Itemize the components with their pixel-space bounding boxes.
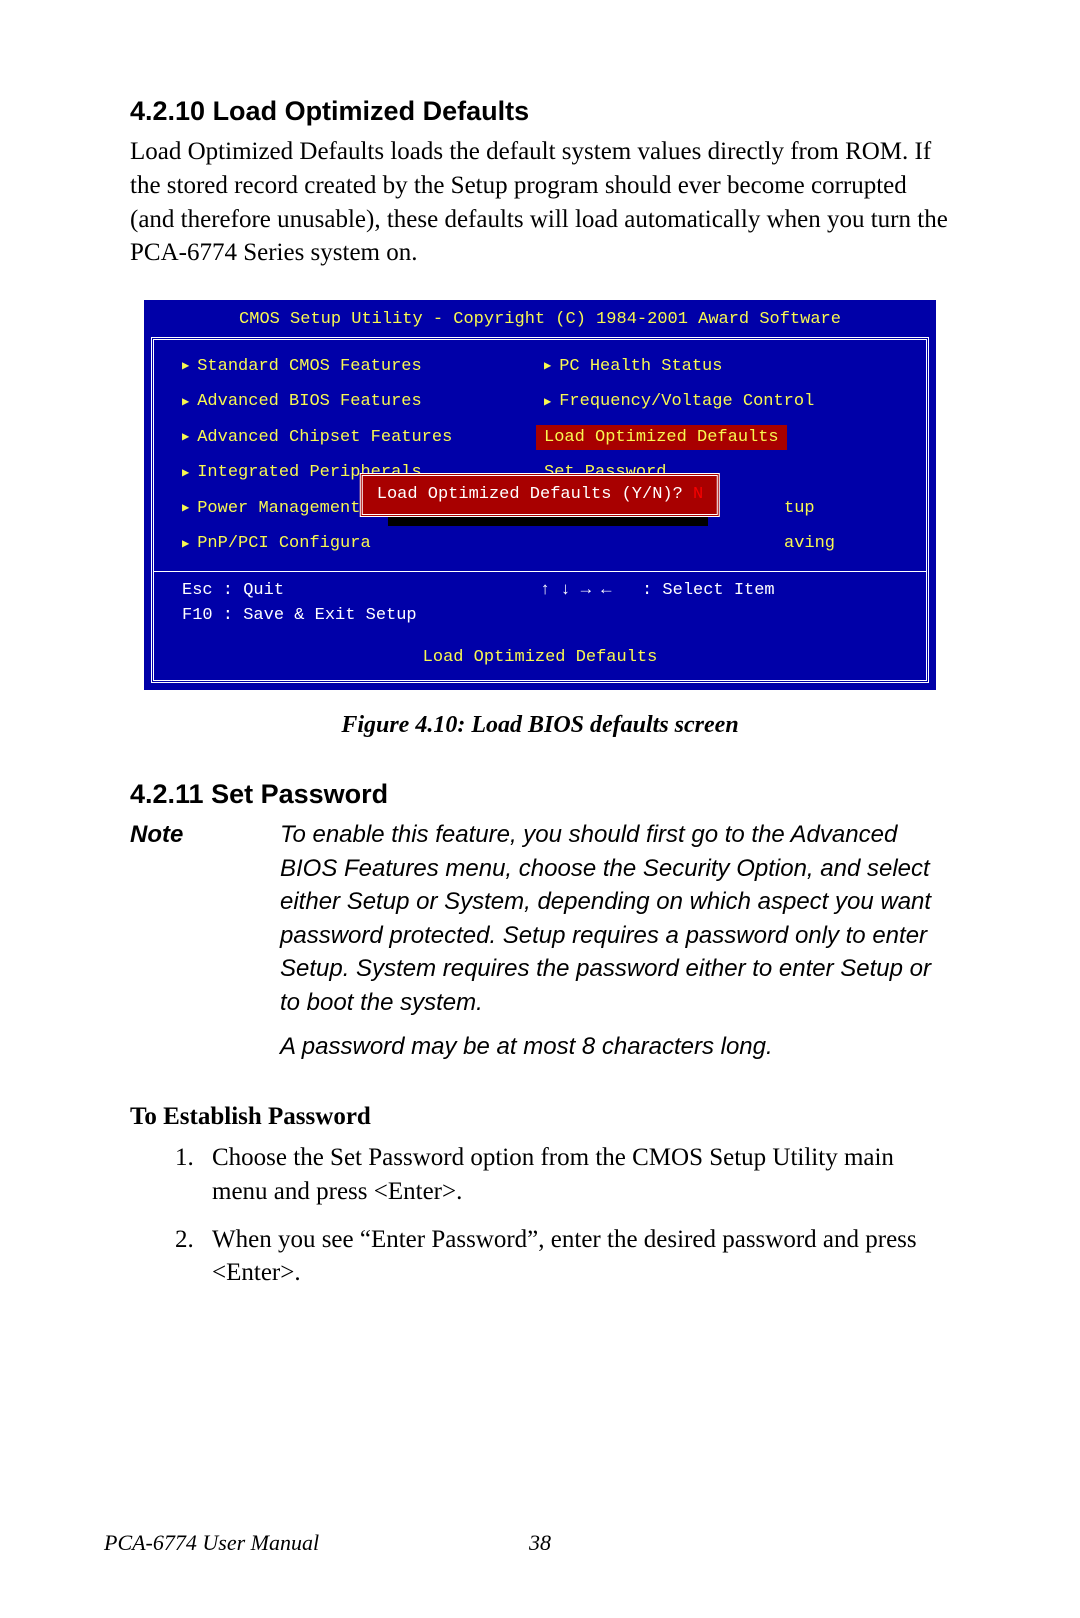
note-body: To enable this feature, you should first… bbox=[280, 818, 950, 1073]
triangle-icon: ▶ bbox=[182, 535, 189, 553]
triangle-icon: ▶ bbox=[182, 393, 189, 411]
menu-item: aving bbox=[544, 531, 906, 557]
menu-item: ▶Advanced Chipset Features bbox=[182, 425, 544, 451]
subheading-establish-password: To Establish Password bbox=[130, 1103, 950, 1131]
bios-keys-left: Esc : QuitF10 : Save & Exit Setup bbox=[182, 578, 540, 629]
menu-item: ▶Advanced BIOS Features bbox=[182, 389, 544, 415]
note-label: Note bbox=[130, 818, 280, 1073]
note-p1: To enable this feature, you should first… bbox=[280, 818, 950, 1020]
dialog-answer: N bbox=[693, 485, 703, 504]
triangle-icon: ▶ bbox=[544, 393, 551, 411]
page: 4.2.10 Load Optimized Defaults Load Opti… bbox=[0, 0, 1080, 1618]
bios-screenshot: CMOS Setup Utility - Copyright (C) 1984-… bbox=[144, 300, 936, 690]
triangle-icon: ▶ bbox=[182, 357, 189, 375]
bios-menu-right-col: ▶PC Health Status ▶Frequency/Voltage Con… bbox=[544, 354, 906, 557]
body-text-load-optimized: Load Optimized Defaults loads the defaul… bbox=[130, 135, 950, 270]
dialog-text: Load Optimized Defaults (Y/N)? bbox=[377, 485, 693, 504]
menu-item: ▶Frequency/Voltage Control bbox=[544, 389, 906, 415]
triangle-icon: ▶ bbox=[544, 357, 551, 375]
menu-item-selected: Load Optimized Defaults bbox=[536, 425, 787, 451]
steps-list: Choose the Set Password option from the … bbox=[130, 1141, 950, 1290]
section-heading-4-2-10: 4.2.10 Load Optimized Defaults bbox=[130, 96, 950, 127]
bios-foot-desc: Load Optimized Defaults bbox=[154, 633, 926, 681]
bios-menu-left-col: ▶Standard CMOS Features ▶Advanced BIOS F… bbox=[182, 354, 544, 557]
figure-caption: Figure 4.10: Load BIOS defaults screen bbox=[130, 712, 950, 739]
triangle-icon: ▶ bbox=[182, 428, 189, 446]
menu-item: ▶PnP/PCI Configura bbox=[182, 531, 544, 557]
step-2: When you see “Enter Password”, enter the… bbox=[200, 1223, 950, 1291]
bios-key-hints: Esc : QuitF10 : Save & Exit Setup ↑ ↓ → … bbox=[154, 571, 926, 633]
bios-menu: ▶Standard CMOS Features ▶Advanced BIOS F… bbox=[154, 340, 926, 571]
bios-keys-right: ↑ ↓ → ← : Select Item bbox=[540, 578, 898, 629]
triangle-icon: ▶ bbox=[182, 499, 189, 517]
note-block: Note To enable this feature, you should … bbox=[130, 818, 950, 1073]
menu-item: ▶Standard CMOS Features bbox=[182, 354, 544, 380]
footer-doc-title: PCA-6774 User Manual bbox=[104, 1530, 319, 1556]
triangle-icon: ▶ bbox=[182, 464, 189, 482]
step-1: Choose the Set Password option from the … bbox=[200, 1141, 950, 1209]
note-p2: A password may be at most 8 characters l… bbox=[280, 1030, 950, 1064]
bios-title: CMOS Setup Utility - Copyright (C) 1984-… bbox=[145, 301, 935, 337]
section-heading-4-2-11: 4.2.11 Set Password bbox=[130, 779, 950, 810]
bios-dialog: Load Optimized Defaults (Y/N)? N bbox=[360, 473, 720, 517]
menu-item: ▶PC Health Status bbox=[544, 354, 906, 380]
footer-page-number: 38 bbox=[529, 1530, 551, 1556]
